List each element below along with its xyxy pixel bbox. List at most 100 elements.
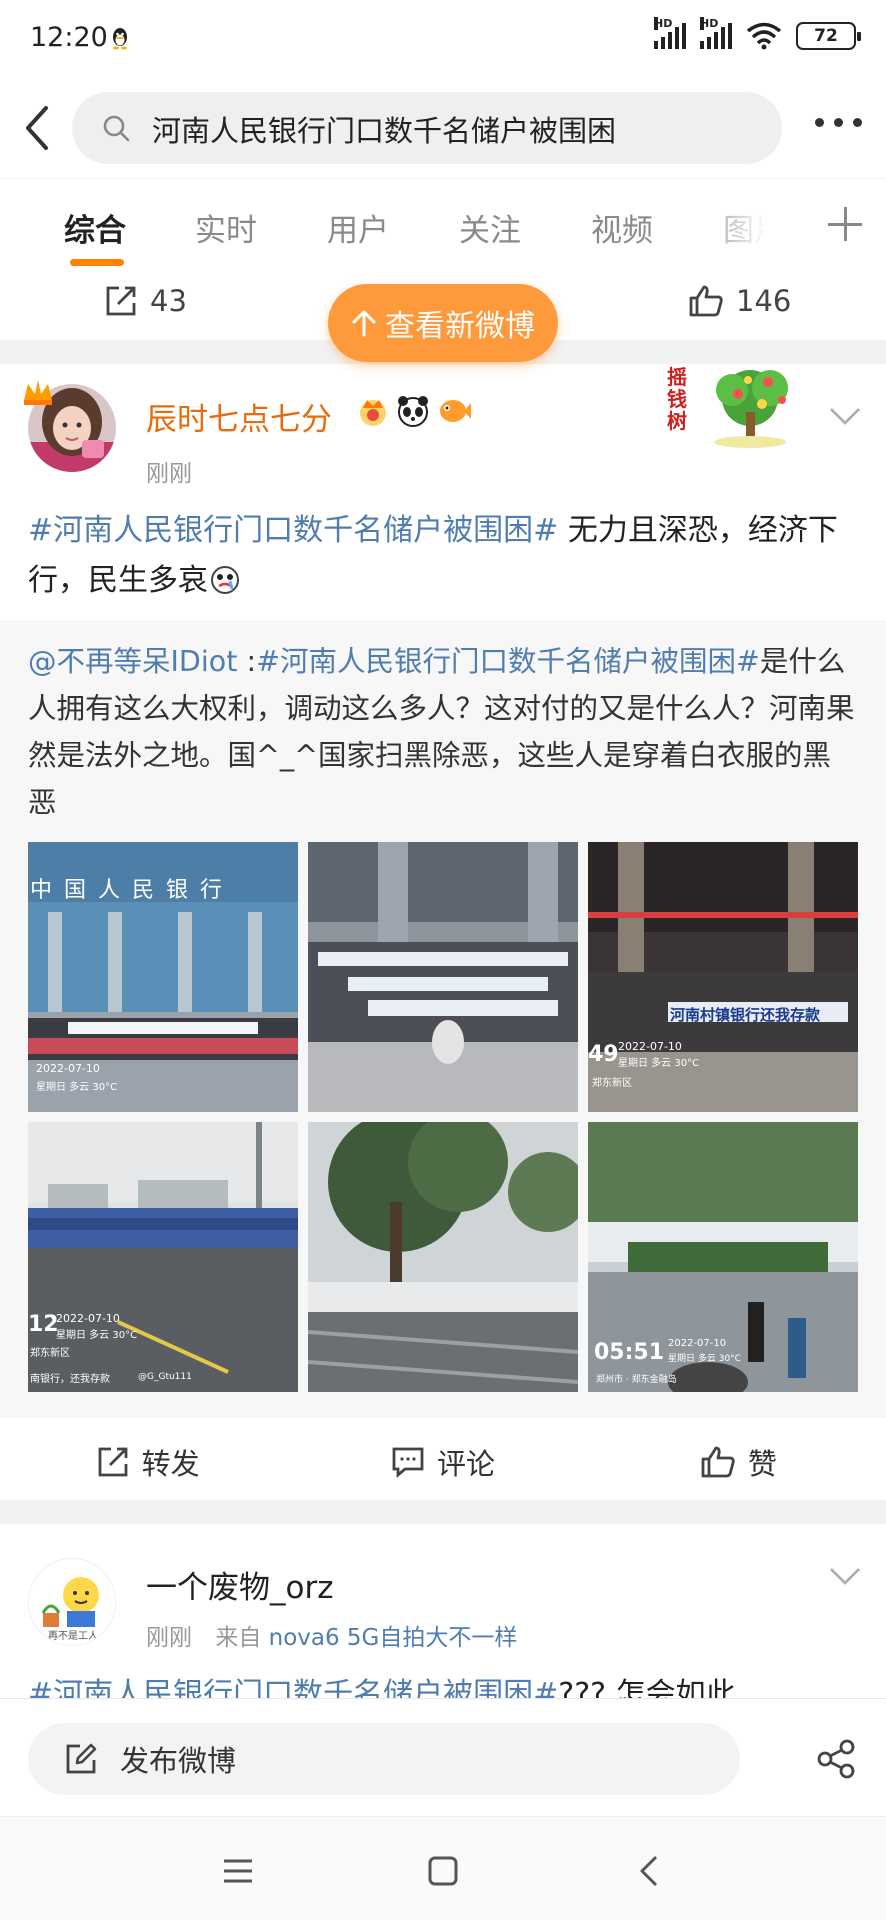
photo-3[interactable]: 河南村镇银行还我存款 49 2022-07-10 星期日 多云 30°C 郑东新…	[588, 842, 858, 1112]
tab-fade	[690, 179, 800, 275]
active-tab-indicator	[70, 259, 124, 266]
photo3-sub: 星期日 多云 30°C	[618, 1058, 700, 1069]
repost-text: @不再等呆IDiot :#河南人民银行门口数千名储户被围困#是什么人拥有这么大权…	[28, 638, 858, 826]
prev-like-button[interactable]: 146	[688, 284, 791, 318]
photo6-sub: 星期日 多云 30°C	[668, 1354, 741, 1364]
post2-body: ??? 怎会如此	[558, 1677, 736, 1698]
comment-icon	[392, 1447, 424, 1479]
photo1-date: 2022-07-10	[36, 1062, 100, 1075]
back-icon[interactable]	[632, 1853, 668, 1889]
photo-6[interactable]: 05:51 2022-07-10 星期日 多云 30°C 郑州市 · 郑东金融岛	[588, 1122, 858, 1392]
view-new-weibo-button[interactable]: 查看新微博	[328, 284, 558, 362]
weibo-post-1: 辰时七点七分 刚刚 摇钱树 #河南人民银行门口数千名储户被围困# 无力且深恐，经…	[0, 364, 886, 1500]
post1-actions: 转发 评论 赞	[0, 1422, 886, 1502]
photo1-sub: 星期日 多云 30°C	[36, 1082, 118, 1093]
post2-meta: 刚刚 来自 nova6 5G自拍大不一样	[146, 1618, 517, 1652]
compose-label: 发布微博	[120, 1744, 237, 1778]
tab-realtime[interactable]: 实时	[195, 205, 257, 250]
panda-icon	[398, 396, 428, 427]
photo4-watermark: @G_Gtu111	[138, 1372, 192, 1382]
tab-users[interactable]: 用户	[327, 205, 389, 250]
battery-indicator: 72	[796, 22, 861, 50]
prev-like-count: 146	[736, 284, 792, 318]
separator	[0, 1500, 886, 1524]
photo6-time: 05:51	[594, 1340, 665, 1365]
post1-username[interactable]: 辰时七点七分	[146, 394, 332, 439]
wifi-icon	[746, 22, 782, 50]
qq-penguin-icon	[113, 28, 127, 50]
like-icon	[689, 285, 723, 317]
chevron-down-icon[interactable]	[828, 1566, 862, 1586]
edit-icon	[66, 1743, 97, 1774]
photo3-place: 郑东新区	[592, 1078, 632, 1089]
photo3-banner: 河南村镇银行还我存款	[670, 1006, 821, 1024]
post2-username[interactable]: 一个废物_orz	[146, 1562, 333, 1607]
avatar[interactable]: 再不是工人	[28, 1558, 116, 1646]
tab-following[interactable]: 关注	[459, 205, 521, 250]
photo-2[interactable]	[308, 842, 578, 1112]
signal-hd-2-icon: HD	[700, 17, 732, 49]
photo4-sub: 星期日 多云 30°C	[56, 1330, 138, 1341]
post2-source[interactable]: nova6 5G自拍大不一样	[269, 1625, 518, 1651]
photo6-place: 郑州市 · 郑东金融岛	[596, 1375, 677, 1385]
search-icon	[103, 115, 130, 142]
prev-repost-button[interactable]: 43	[104, 284, 187, 318]
back-arrow-icon[interactable]	[18, 102, 58, 154]
photo-grid: 中国人民银行 2022-07-10 星期日 多云 30°C 河南村镇银行还我存款…	[28, 842, 858, 1392]
post2-text: #河南人民银行门口数千名储户被围困#??? 怎会如此	[28, 1670, 858, 1698]
chevron-down-icon[interactable]	[828, 406, 862, 426]
search-input[interactable]: 河南人民银行门口数千名储户被围困	[72, 92, 782, 164]
add-tab-icon[interactable]	[828, 207, 862, 241]
status-time: 12:20	[30, 22, 108, 53]
repost-icon	[98, 1447, 128, 1477]
money-tree-label: 摇钱树	[667, 365, 687, 433]
photo1-sign: 中国人民银行	[30, 878, 235, 903]
search-header: 河南人民银行门口数千名储户被围困	[0, 80, 886, 178]
status-bar: 12:20 HD HD 72	[0, 0, 886, 80]
post2-hashtag[interactable]: #河南人民银行门口数千名储户被围困#	[28, 1677, 558, 1698]
prev-repost-count: 43	[150, 284, 187, 318]
photo-1[interactable]: 中国人民银行 2022-07-10 星期日 多云 30°C	[28, 842, 298, 1112]
menu-icon[interactable]	[220, 1853, 256, 1889]
tab-video[interactable]: 视频	[591, 205, 653, 250]
photo3-date: 2022-07-10	[618, 1040, 682, 1053]
search-query-text: 河南人民银行门口数千名储户被围困	[152, 114, 617, 148]
photo-5[interactable]	[308, 1122, 578, 1392]
tab-comprehensive[interactable]: 综合	[64, 205, 126, 250]
like-button[interactable]: 赞	[591, 1422, 886, 1502]
like-label: 赞	[747, 1447, 777, 1481]
crown-badge-icon	[24, 380, 52, 405]
money-tree-badge[interactable]: 摇钱树	[658, 364, 818, 452]
weibo-post-2: 再不是工人 一个废物_orz 刚刚 来自 nova6 5G自拍大不一样 #河南人…	[0, 1524, 886, 1698]
photo6-date: 2022-07-10	[668, 1338, 727, 1349]
repost-mention[interactable]: @不再等呆IDiot	[28, 645, 237, 678]
repost-hashtag[interactable]: #河南人民银行门口数千名储户被围困#	[256, 645, 760, 678]
more-options-icon[interactable]	[815, 118, 862, 127]
fish-icon	[440, 400, 471, 422]
repost-label: 转发	[141, 1447, 200, 1481]
view-new-weibo-label: 查看新微博	[385, 309, 535, 344]
sad-emoji-icon	[211, 566, 239, 594]
search-tabs: 综合 实时 用户 关注 视频 图片	[0, 178, 886, 275]
comment-button[interactable]: 评论	[295, 1422, 590, 1502]
comment-label: 评论	[436, 1447, 495, 1481]
post1-time: 刚刚	[146, 461, 192, 487]
system-nav-bar	[0, 1816, 886, 1920]
post1-badges	[356, 394, 472, 428]
repost-container[interactable]: @不再等呆IDiot :#河南人民银行门口数千名储户被围困#是什么人拥有这么大权…	[0, 620, 886, 1418]
post1-hashtag[interactable]: #河南人民银行门口数千名储户被围困#	[28, 513, 558, 548]
repost-button[interactable]: 转发	[0, 1422, 295, 1502]
post1-username-text: 辰时七点七分	[146, 402, 332, 438]
post1-text: #河南人民银行门口数千名储户被围困# 无力且深恐，经济下行，民生多哀	[28, 506, 858, 606]
composer-bar: 发布微博	[0, 1698, 886, 1816]
share-icon[interactable]	[816, 1739, 856, 1779]
compose-weibo-button[interactable]: 发布微博	[28, 1723, 740, 1795]
photo3-time: 49	[588, 1042, 619, 1067]
photo4-place: 郑东新区	[30, 1348, 70, 1359]
photo4-date: 2022-07-10	[56, 1312, 120, 1325]
photo-4[interactable]: 12 2022-07-10 星期日 多云 30°C 郑东新区 南银行，还我存款 …	[28, 1122, 298, 1392]
home-icon[interactable]	[425, 1853, 461, 1889]
signal-hd-1-icon: HD	[654, 17, 686, 49]
post2-source-prefix: 来自	[215, 1625, 262, 1651]
arrow-up-icon	[352, 310, 376, 337]
